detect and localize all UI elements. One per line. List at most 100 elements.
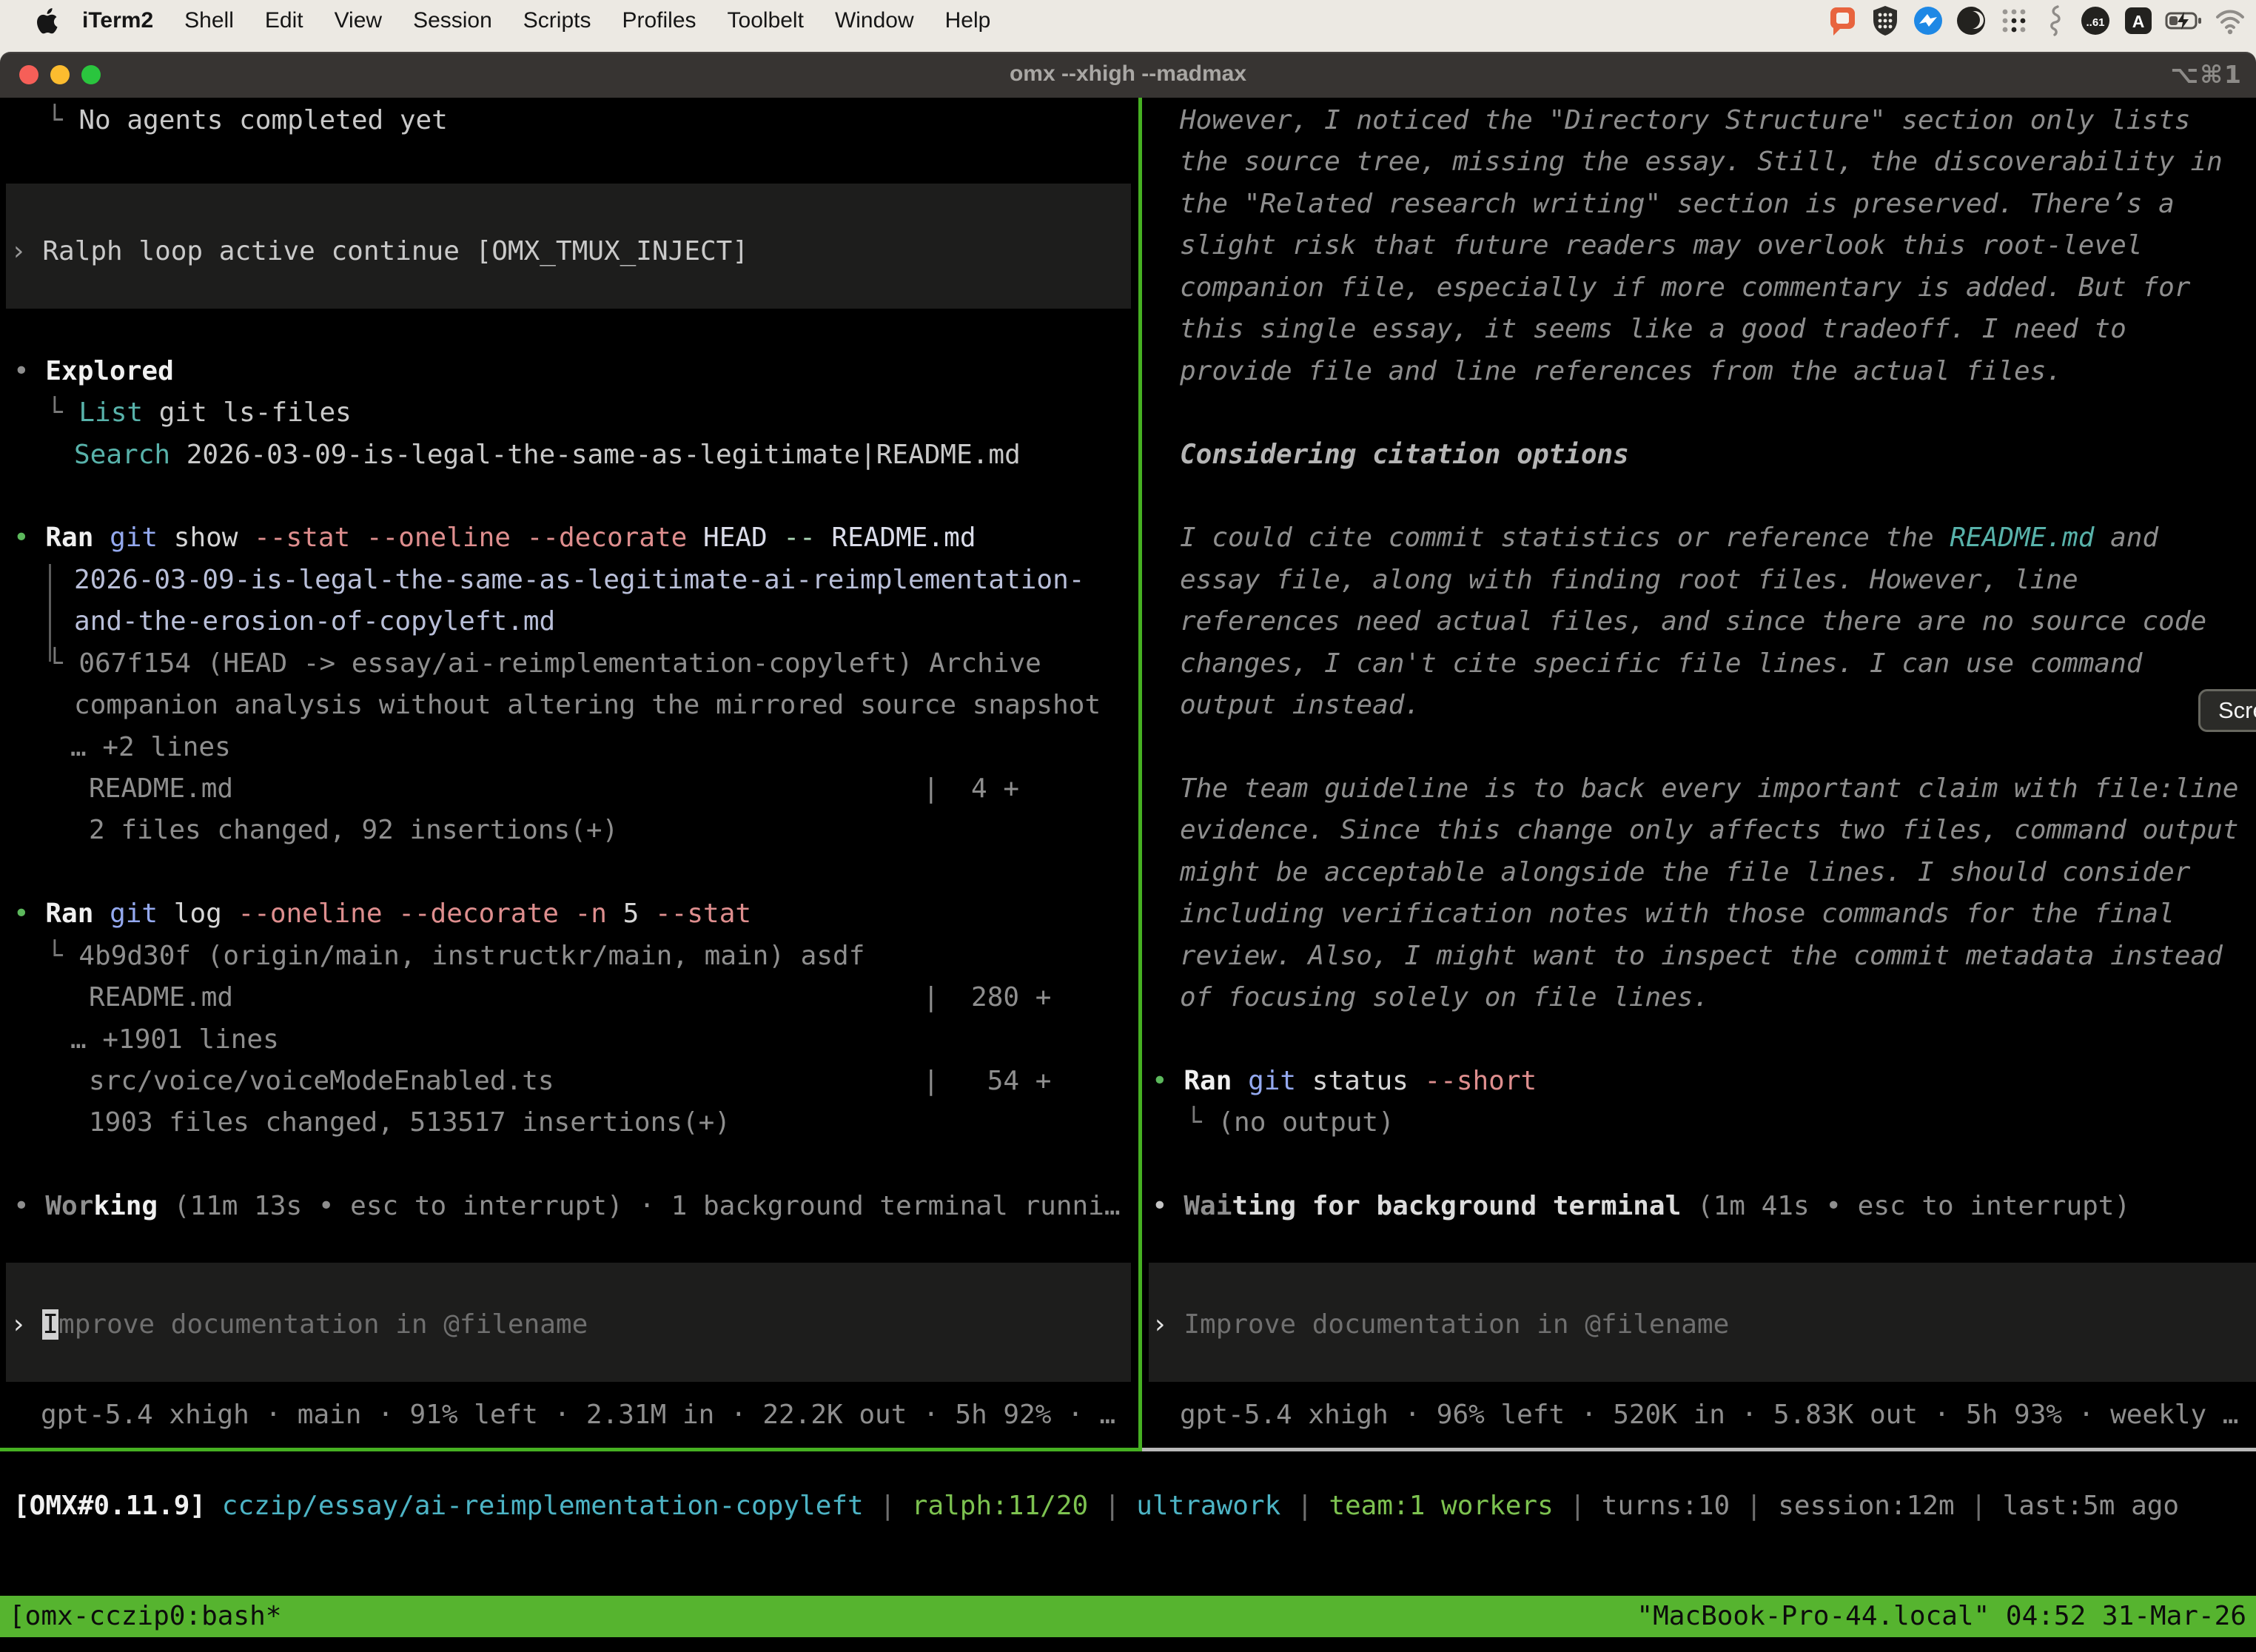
menu-item-iterm2[interactable]: iTerm2 bbox=[67, 8, 169, 33]
battery-icon[interactable] bbox=[2164, 4, 2204, 38]
tmux-host-clock: "MacBook-Pro-44.local" 04:52 31-Mar-26 bbox=[1636, 1596, 2246, 1637]
chat-bubble-icon[interactable] bbox=[1825, 4, 1859, 38]
menu-status-icons: ..61 A bbox=[1825, 4, 2256, 38]
window-titlebar[interactable]: omx --xhigh --madmax ⌥⌘1 bbox=[0, 52, 2256, 98]
text-segment: king bbox=[93, 1191, 158, 1221]
messenger-icon[interactable] bbox=[1911, 4, 1945, 38]
text-segment: • bbox=[13, 356, 45, 386]
menu-item-help[interactable]: Help bbox=[930, 8, 1007, 33]
text-segment: Wor bbox=[45, 1191, 93, 1221]
text-segment: git bbox=[110, 899, 174, 929]
text-segment: [OMX#0.11.9] bbox=[13, 1491, 206, 1521]
thinking-line: However, I noticed the "Directory Struct… bbox=[1180, 100, 2190, 141]
squiggle-icon[interactable] bbox=[2040, 4, 2069, 38]
text-segment: No agents completed yet bbox=[78, 105, 448, 135]
menu-items: iTerm2ShellEditViewSessionScriptsProfile… bbox=[67, 8, 1006, 33]
text-segment: mprove documentation in @filename bbox=[58, 1309, 588, 1340]
thinking-line: review. Also, I might want to inspect th… bbox=[1180, 936, 2223, 977]
text-segment: • bbox=[13, 899, 45, 929]
timer-61-icon[interactable]: ..61 bbox=[2078, 4, 2112, 38]
text-segment: --stat --oneline --decorate bbox=[254, 523, 703, 553]
text-segment: └ bbox=[47, 941, 78, 971]
text-segment: companion analysis without altering the … bbox=[74, 690, 1101, 720]
thinking-line: of focusing solely on file lines. bbox=[1180, 977, 1709, 1018]
text-segment: ting for background terminal bbox=[1232, 1191, 1681, 1221]
git-show-stat: README.md | 4 + bbox=[89, 768, 1019, 810]
text-segment: Wai bbox=[1184, 1191, 1232, 1221]
wifi-icon[interactable] bbox=[2213, 4, 2247, 38]
text-segment: changes, I can't cite specific file line… bbox=[1180, 648, 2142, 679]
apple-menu-icon[interactable] bbox=[34, 7, 58, 35]
moon-circle-icon[interactable] bbox=[1954, 4, 1988, 38]
text-segment: Considering citation options bbox=[1180, 440, 1629, 470]
text-segment: status bbox=[1312, 1066, 1425, 1096]
text-segment: (no output) bbox=[1218, 1107, 1394, 1138]
screen-share-overlay-label: Scre bbox=[2218, 697, 2256, 724]
omx-status-line: [OMX#0.11.9] cczip/essay/ai-reimplementa… bbox=[13, 1485, 2179, 1527]
text-segment: git bbox=[110, 523, 174, 553]
text-segment: … +1901 lines bbox=[70, 1024, 279, 1055]
ran-git-status: • Ran git status --short bbox=[1152, 1061, 1537, 1102]
text-segment: | bbox=[1554, 1491, 1602, 1521]
text-segment: └ bbox=[47, 397, 78, 428]
text-segment: README.md | 280 + bbox=[89, 982, 1051, 1013]
menu-item-profiles[interactable]: Profiles bbox=[606, 8, 711, 33]
text-segment: └ bbox=[47, 105, 78, 135]
text-segment: references need actual files, and since … bbox=[1180, 606, 2206, 637]
working-status-line: • Working (11m 13s • esc to interrupt) ·… bbox=[13, 1186, 1121, 1227]
git-show-commit-line-2: companion analysis without altering the … bbox=[74, 685, 1101, 726]
text-segment: slight risk that future readers may over… bbox=[1180, 230, 2142, 261]
text-segment: README.md | 4 + bbox=[89, 773, 1019, 804]
text-segment: • bbox=[13, 523, 45, 553]
text-segment: Search bbox=[74, 440, 187, 470]
text-segment: git bbox=[1248, 1066, 1312, 1096]
prompt-input-left[interactable]: › Improve documentation in @filename bbox=[10, 1304, 588, 1346]
window-title: omx --xhigh --madmax bbox=[0, 61, 2256, 87]
injected-prompt-line[interactable]: › Ralph loop active continue [OMX_TMUX_I… bbox=[10, 231, 748, 272]
text-segment: --short bbox=[1424, 1066, 1537, 1096]
text-segment: turns:10 bbox=[1602, 1491, 1730, 1521]
text-segment: gpt-5.4 xhigh · main · 91% left · 2.31M … bbox=[41, 1400, 1115, 1430]
dots-grid-icon[interactable] bbox=[1997, 4, 2031, 38]
thinking-line: evidence. Since this change only affects… bbox=[1180, 810, 2238, 851]
text-segment: | bbox=[1280, 1491, 1329, 1521]
thinking-line: changes, I can't cite specific file line… bbox=[1180, 643, 2142, 685]
menu-item-view[interactable]: View bbox=[319, 8, 397, 33]
text-segment: 2 files changed, 92 insertions(+) bbox=[89, 815, 618, 845]
text-segment: --oneline --decorate bbox=[238, 899, 574, 929]
text-segment bbox=[206, 1491, 222, 1521]
text-segment: 1903 files changed, 513517 insertions(+) bbox=[89, 1107, 731, 1138]
text-segment: 2026-03-09-is-legal-the-same-as-legitima… bbox=[74, 565, 1084, 595]
text-segment: HEAD bbox=[703, 523, 783, 553]
git-show-more-lines: … +2 lines bbox=[70, 727, 231, 768]
screen-share-overlay: Scre bbox=[2198, 689, 2256, 732]
menu-item-session[interactable]: Session bbox=[397, 8, 508, 33]
menu-item-edit[interactable]: Edit bbox=[249, 8, 319, 33]
text-segment: › bbox=[1152, 1309, 1184, 1340]
shield-grid-icon[interactable] bbox=[1868, 4, 1902, 38]
menu-item-shell[interactable]: Shell bbox=[169, 8, 249, 33]
text-segment: including verification notes with those … bbox=[1180, 899, 2175, 929]
menu-item-window[interactable]: Window bbox=[819, 8, 930, 33]
text-segment: cczip/essay/ai-reimplementation-copyleft bbox=[222, 1491, 864, 1521]
tmux-pane-divider-vertical[interactable] bbox=[1138, 98, 1142, 1448]
text-segment: team:1 workers bbox=[1329, 1491, 1553, 1521]
text-segment: | bbox=[1955, 1491, 2003, 1521]
text-segment: | bbox=[1088, 1491, 1136, 1521]
text-segment: Ran bbox=[45, 899, 110, 929]
thinking-line: I could cite commit statistics or refere… bbox=[1180, 517, 2158, 559]
git-log-more-lines: … +1901 lines bbox=[70, 1019, 279, 1061]
thinking-line: this single essay, it seems like a good … bbox=[1180, 309, 2126, 350]
thinking-line: slight risk that future readers may over… bbox=[1180, 225, 2142, 266]
text-segment: 4b9d30f (origin/main, instructkr/main, m… bbox=[78, 941, 865, 971]
text-segment: session:12m bbox=[1778, 1491, 1954, 1521]
prompt-input-right[interactable]: › Improve documentation in @filename bbox=[1152, 1304, 1729, 1346]
terminal-content: [omx-cczip0:bash* "MacBook-Pro-44.local"… bbox=[0, 98, 2256, 1652]
menu-item-scripts[interactable]: Scripts bbox=[508, 8, 607, 33]
input-source-a-icon[interactable]: A bbox=[2121, 4, 2155, 38]
text-segment: and-the-erosion-of-copyleft.md bbox=[74, 606, 555, 637]
text-segment: Ran bbox=[1184, 1066, 1248, 1096]
text-segment: essay file, along with finding root file… bbox=[1180, 565, 2078, 595]
menu-item-toolbelt[interactable]: Toolbelt bbox=[712, 8, 819, 33]
text-segment: this single essay, it seems like a good … bbox=[1180, 314, 2126, 344]
